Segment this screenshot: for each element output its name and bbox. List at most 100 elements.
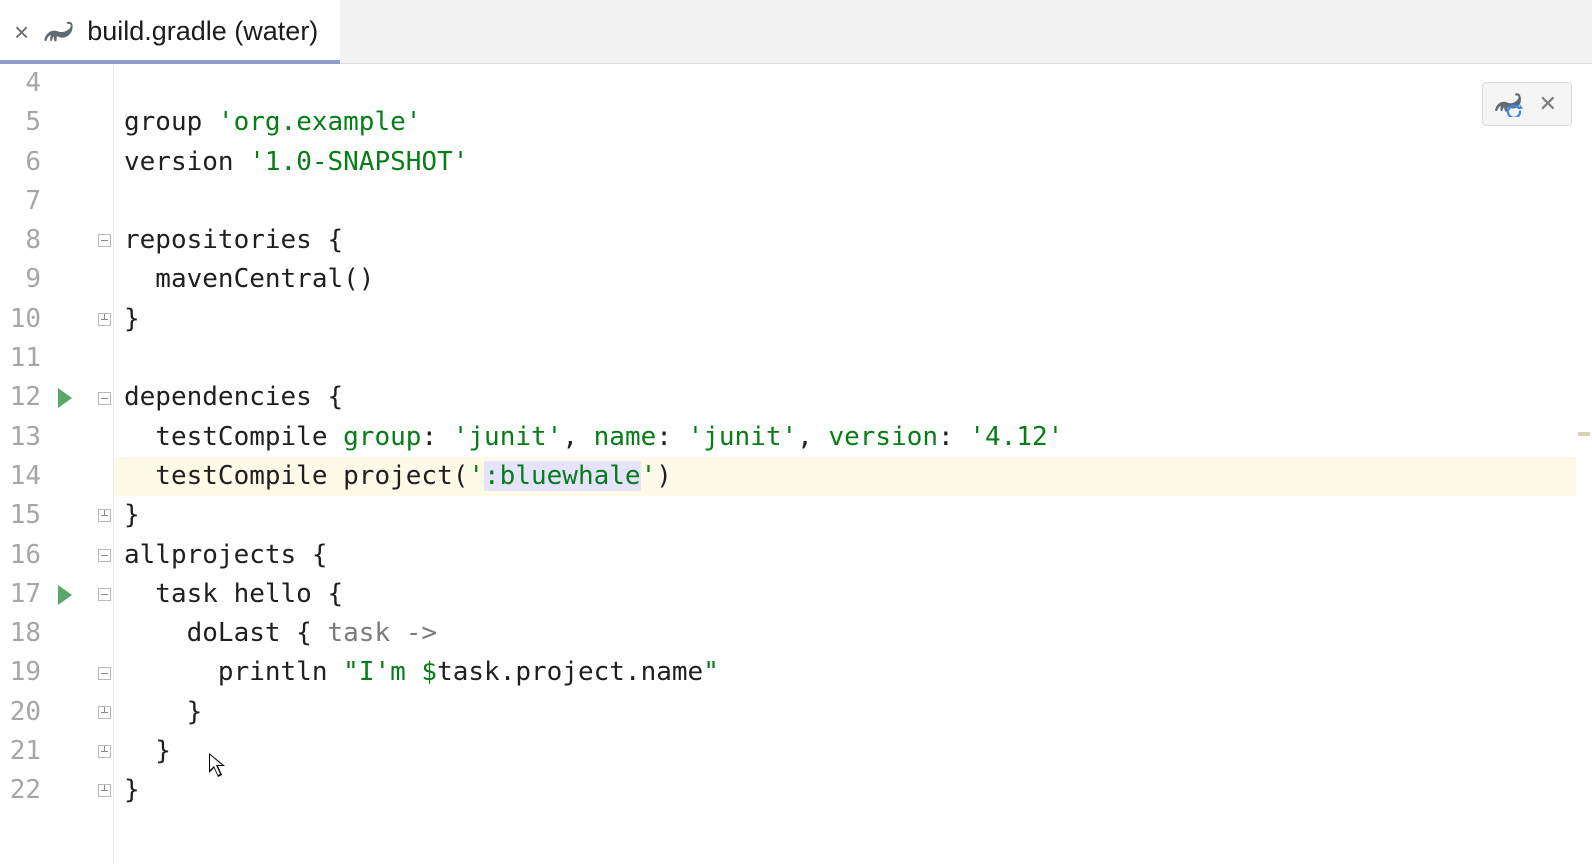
code-line[interactable]: } [114, 496, 1592, 535]
line-number: 22 [0, 771, 49, 810]
fold-row [96, 378, 113, 417]
fold-end-icon [98, 745, 111, 758]
gutter-row [50, 614, 96, 653]
code-editor[interactable]: 45678910111213141516171819202122 group '… [0, 64, 1592, 864]
gutter-row [50, 732, 96, 771]
gradle-reload-popup: ✕ [1482, 82, 1572, 126]
line-number: 7 [0, 182, 49, 221]
fold-row [96, 614, 113, 653]
fold-end-icon [98, 784, 111, 797]
gutter-row [50, 575, 96, 614]
fold-gutter [96, 64, 114, 864]
gutter-row [50, 260, 96, 299]
fold-row [96, 260, 113, 299]
editor-tab-active[interactable]: × build.gradle (water) [0, 0, 340, 63]
fold-toggle-icon[interactable] [98, 588, 111, 601]
line-number: 21 [0, 732, 49, 771]
code-line[interactable]: allprojects { [114, 536, 1592, 575]
code-line[interactable]: } [114, 771, 1592, 810]
fold-toggle-icon[interactable] [98, 234, 111, 247]
code-line[interactable]: println "I'm $task.project.name" [114, 653, 1592, 692]
gutter-row [50, 496, 96, 535]
gutter-row [50, 221, 96, 260]
fold-row [96, 221, 113, 260]
gutter-row [50, 64, 96, 103]
line-number: 8 [0, 221, 49, 260]
fold-row [96, 182, 113, 221]
line-number: 6 [0, 143, 49, 182]
gutter-row [50, 143, 96, 182]
line-number: 13 [0, 418, 49, 457]
fold-row [96, 693, 113, 732]
code-line[interactable]: } [114, 300, 1592, 339]
code-line[interactable]: testCompile group: 'junit', name: 'junit… [114, 418, 1592, 457]
editor-scrollbar[interactable] [1576, 64, 1592, 864]
gutter-row [50, 536, 96, 575]
close-tab-icon[interactable]: × [14, 19, 29, 45]
tab-filename: build.gradle (water) [87, 16, 318, 47]
line-number: 18 [0, 614, 49, 653]
gutter-row [50, 457, 96, 496]
fold-end-icon [98, 509, 111, 522]
code-line[interactable]: dependencies { [114, 378, 1592, 417]
fold-toggle-icon[interactable] [98, 667, 111, 680]
line-number: 9 [0, 260, 49, 299]
editor-tab-bar: × build.gradle (water) [0, 0, 1592, 64]
code-line[interactable] [114, 182, 1592, 221]
fold-row [96, 339, 113, 378]
code-line[interactable]: mavenCentral() [114, 260, 1592, 299]
fold-row [96, 496, 113, 535]
code-line[interactable]: group 'org.example' [114, 103, 1592, 142]
fold-row [96, 143, 113, 182]
gutter-row [50, 378, 96, 417]
fold-row [96, 64, 113, 103]
fold-row [96, 536, 113, 575]
gradle-elephant-icon [41, 18, 75, 46]
code-line[interactable]: } [114, 732, 1592, 771]
gutter-row [50, 771, 96, 810]
scrollbar-marker [1578, 432, 1590, 436]
line-number: 20 [0, 693, 49, 732]
gradle-reload-icon[interactable] [1493, 91, 1523, 117]
fold-toggle-icon[interactable] [98, 392, 111, 405]
line-number: 16 [0, 536, 49, 575]
line-number: 19 [0, 653, 49, 692]
line-number: 17 [0, 575, 49, 614]
code-line[interactable]: testCompile project(':bluewhale') [114, 457, 1592, 496]
fold-end-icon [98, 706, 111, 719]
fold-row [96, 653, 113, 692]
fold-end-icon [98, 313, 111, 326]
line-number-gutter: 45678910111213141516171819202122 [0, 64, 50, 864]
code-line[interactable] [114, 339, 1592, 378]
code-area[interactable]: group 'org.example'version '1.0-SNAPSHOT… [114, 64, 1592, 864]
run-gutter-icon[interactable] [58, 585, 72, 605]
fold-row [96, 732, 113, 771]
code-line[interactable]: } [114, 693, 1592, 732]
gutter-row [50, 300, 96, 339]
code-line[interactable]: version '1.0-SNAPSHOT' [114, 143, 1592, 182]
line-number: 14 [0, 457, 49, 496]
gutter-row [50, 418, 96, 457]
gutter-row [50, 653, 96, 692]
gutter-row [50, 693, 96, 732]
code-line[interactable] [114, 64, 1592, 103]
gutter-row [50, 103, 96, 142]
line-number: 4 [0, 64, 49, 103]
close-popup-icon[interactable]: ✕ [1539, 91, 1557, 117]
fold-row [96, 457, 113, 496]
line-number: 11 [0, 339, 49, 378]
fold-row [96, 300, 113, 339]
run-gutter-icon[interactable] [58, 388, 72, 408]
fold-row [96, 418, 113, 457]
gutter-row [50, 182, 96, 221]
line-number: 5 [0, 103, 49, 142]
fold-toggle-icon[interactable] [98, 549, 111, 562]
code-line[interactable]: task hello { [114, 575, 1592, 614]
line-number: 15 [0, 496, 49, 535]
code-line[interactable]: doLast { task -> [114, 614, 1592, 653]
code-line[interactable]: repositories { [114, 221, 1592, 260]
line-number: 12 [0, 378, 49, 417]
fold-row [96, 103, 113, 142]
fold-row [96, 771, 113, 810]
line-number: 10 [0, 300, 49, 339]
